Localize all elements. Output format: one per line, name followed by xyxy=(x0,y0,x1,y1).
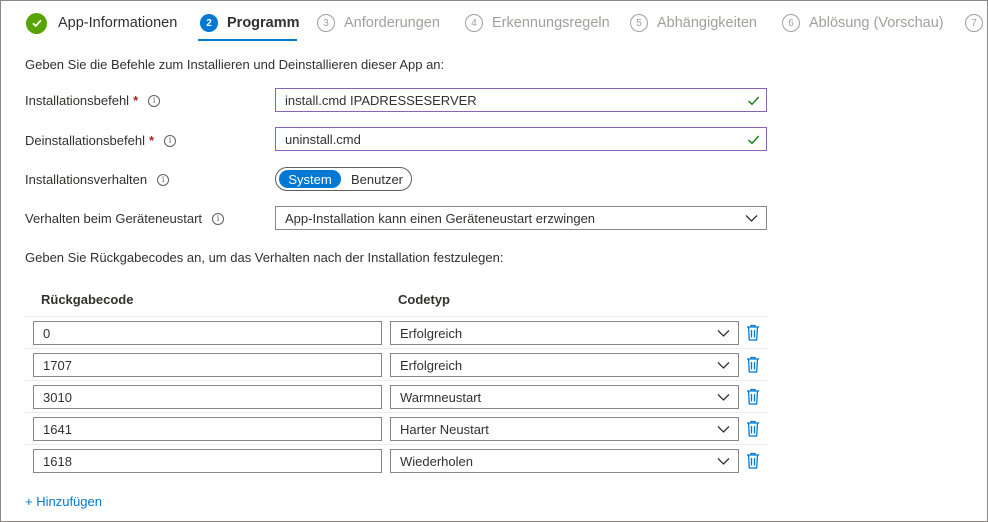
install-command-input[interactable]: install.cmd IPADRESSESERVER xyxy=(275,88,767,112)
input-value: 0 xyxy=(43,325,51,341)
return-code-input[interactable]: 1618 xyxy=(33,449,382,473)
step-number: 7 xyxy=(965,14,983,32)
step-complete-check-icon xyxy=(26,12,47,34)
required-mark: * xyxy=(148,133,155,148)
step-7[interactable]: 7 xyxy=(965,11,988,35)
install-behavior-label: Installationsverhalten i xyxy=(25,172,170,187)
label-text: Installationsbefehl xyxy=(25,93,130,108)
step-label: Ablösung (Vorschau) xyxy=(809,15,944,31)
trash-icon[interactable] xyxy=(746,356,760,373)
row-divider xyxy=(25,444,767,445)
return-code-input[interactable]: 3010 xyxy=(33,385,382,409)
checkmark-icon xyxy=(748,135,760,145)
code-type-dropdown[interactable]: Wiederholen xyxy=(390,449,739,473)
info-icon[interactable]: i xyxy=(164,134,177,147)
uninstall-command-label: Deinstallationsbefehl * i xyxy=(25,133,177,148)
step-label: Erkennungsregeln xyxy=(492,15,610,31)
step-number: 6 xyxy=(782,14,800,32)
chevron-down-icon xyxy=(717,330,730,337)
trash-icon[interactable] xyxy=(746,420,760,437)
toggle-option-benutzer[interactable]: Benutzer xyxy=(344,170,410,188)
chevron-down-icon xyxy=(717,362,730,369)
dropdown-value: Wiederholen xyxy=(400,453,473,469)
input-value: 1618 xyxy=(43,453,72,469)
wizard-steps: App-Informationen 2 Programm 3 Anforderu… xyxy=(1,1,987,45)
row-divider xyxy=(25,348,767,349)
toggle-option-system[interactable]: System xyxy=(279,170,341,188)
column-header-rueckgabecode[interactable]: Rückgabecode xyxy=(41,292,133,307)
step-label: Anforderungen xyxy=(344,15,440,31)
chevron-down-icon xyxy=(717,458,730,465)
restart-behavior-label: Verhalten beim Geräteneustart i xyxy=(25,211,225,226)
dropdown-value: Harter Neustart xyxy=(400,421,489,437)
info-icon[interactable]: i xyxy=(157,173,170,186)
input-value: uninstall.cmd xyxy=(285,131,361,147)
code-type-dropdown[interactable]: Harter Neustart xyxy=(390,417,739,441)
uninstall-command-input[interactable]: uninstall.cmd xyxy=(275,127,767,151)
row-divider xyxy=(25,412,767,413)
chevron-down-icon xyxy=(745,215,758,222)
step-app-informationen[interactable]: App-Informationen xyxy=(26,11,177,35)
return-codes-description: Geben Sie Rückgabecodes an, um das Verha… xyxy=(25,250,504,265)
dropdown-value: Warmneustart xyxy=(400,389,482,405)
input-value: 1641 xyxy=(43,421,72,437)
restart-behavior-dropdown[interactable]: App-Installation kann einen Geräteneusta… xyxy=(275,206,767,230)
label-text: Installationsverhalten xyxy=(25,172,148,187)
install-command-label: Installationsbefehl * i xyxy=(25,93,161,108)
trash-icon[interactable] xyxy=(746,324,760,341)
input-value: 3010 xyxy=(43,389,72,405)
active-step-indicator xyxy=(198,39,297,41)
dropdown-value: Erfolgreich xyxy=(400,357,463,373)
step-abloesung[interactable]: 6 Ablösung (Vorschau) xyxy=(782,11,944,35)
step-label: Abhängigkeiten xyxy=(657,15,757,31)
dropdown-value: Erfolgreich xyxy=(400,325,463,341)
app-window: App-Informationen 2 Programm 3 Anforderu… xyxy=(0,0,988,522)
return-code-input[interactable]: 1707 xyxy=(33,353,382,377)
trash-icon[interactable] xyxy=(746,452,760,469)
step-number: 5 xyxy=(630,14,648,32)
info-icon[interactable]: i xyxy=(148,94,161,107)
code-type-dropdown[interactable]: Erfolgreich xyxy=(390,321,739,345)
step-abhaengigkeiten[interactable]: 5 Abhängigkeiten xyxy=(630,11,757,35)
step-erkennungsregeln[interactable]: 4 Erkennungsregeln xyxy=(465,11,610,35)
trash-icon[interactable] xyxy=(746,388,760,405)
column-header-codetyp[interactable]: Codetyp xyxy=(398,292,450,307)
install-behavior-toggle[interactable]: System Benutzer xyxy=(275,167,412,191)
info-icon[interactable]: i xyxy=(212,212,225,225)
required-mark: * xyxy=(133,93,139,108)
step-label: Programm xyxy=(227,15,300,31)
chevron-down-icon xyxy=(717,394,730,401)
step-number: 3 xyxy=(317,14,335,32)
chevron-down-icon xyxy=(717,426,730,433)
return-code-input[interactable]: 0 xyxy=(33,321,382,345)
add-return-code-link[interactable]: + Hinzufügen xyxy=(25,494,102,509)
dropdown-value: App-Installation kann einen Geräteneusta… xyxy=(285,210,596,226)
code-type-dropdown[interactable]: Erfolgreich xyxy=(390,353,739,377)
label-text: Deinstallationsbefehl xyxy=(25,133,145,148)
step-programm[interactable]: 2 Programm xyxy=(200,11,300,35)
row-divider xyxy=(25,380,767,381)
code-type-dropdown[interactable]: Warmneustart xyxy=(390,385,739,409)
intro-text: Geben Sie die Befehle zum Installieren u… xyxy=(25,57,445,72)
table-header-divider xyxy=(25,316,767,317)
input-value: install.cmd IPADRESSESERVER xyxy=(285,92,477,108)
input-value: 1707 xyxy=(43,357,72,373)
step-number: 4 xyxy=(465,14,483,32)
label-text: Verhalten beim Geräteneustart xyxy=(25,211,203,226)
step-anforderungen[interactable]: 3 Anforderungen xyxy=(317,11,440,35)
step-label: App-Informationen xyxy=(58,15,178,31)
checkmark-icon xyxy=(748,96,760,106)
step-number: 2 xyxy=(200,14,218,32)
return-code-input[interactable]: 1641 xyxy=(33,417,382,441)
